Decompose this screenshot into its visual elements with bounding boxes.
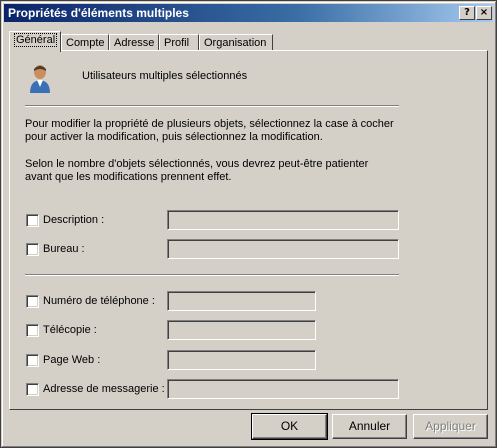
pageweb-field — [167, 350, 316, 370]
help-button[interactable]: ? — [459, 6, 475, 20]
messagerie-checkbox[interactable] — [26, 383, 39, 396]
pageweb-checkbox[interactable] — [26, 354, 39, 367]
tab-profil[interactable]: Profil — [159, 34, 199, 51]
tab-general[interactable]: Général — [9, 31, 61, 52]
bureau-field — [167, 239, 399, 259]
telecopie-checkbox[interactable] — [26, 324, 39, 337]
telecopie-label[interactable]: Télécopie : — [43, 324, 97, 336]
bureau-label[interactable]: Bureau : — [43, 243, 85, 255]
properties-dialog: Propriétés d'éléments multiples ? × Géné… — [0, 0, 497, 448]
info-line-1: Pour modifier la propriété de plusieurs … — [25, 118, 394, 130]
telephone-checkbox[interactable] — [26, 295, 39, 308]
cancel-button[interactable]: Annuler — [332, 414, 407, 439]
telecopie-field — [167, 320, 316, 340]
info-line-4: avant que les modifications prennent eff… — [25, 171, 232, 183]
messagerie-label[interactable]: Adresse de messagerie : — [43, 383, 165, 395]
info-line-2: pour activer la modification, puis sélec… — [25, 131, 323, 143]
info-line-3: Selon le nombre d'objets sélectionnés, v… — [25, 158, 369, 170]
separator — [25, 105, 399, 107]
users-icon — [30, 65, 50, 93]
description-label[interactable]: Description : — [43, 214, 104, 226]
tab-organisation[interactable]: Organisation — [199, 34, 273, 51]
title-bar[interactable]: Propriétés d'éléments multiples ? × — [4, 4, 493, 22]
tab-general-label: Général — [14, 33, 58, 47]
tab-compte[interactable]: Compte — [61, 34, 109, 51]
messagerie-field — [167, 379, 399, 399]
bureau-checkbox[interactable] — [26, 243, 39, 256]
tab-adresse[interactable]: Adresse — [109, 34, 159, 51]
ok-button[interactable]: OK — [251, 413, 328, 440]
separator — [25, 274, 399, 276]
window-title: Propriétés d'éléments multiples — [8, 6, 189, 20]
description-field — [167, 210, 399, 230]
pageweb-label[interactable]: Page Web : — [43, 354, 100, 366]
telephone-field — [167, 291, 316, 311]
header-text: Utilisateurs multiples sélectionnés — [82, 70, 248, 82]
telephone-label[interactable]: Numéro de téléphone : — [43, 295, 155, 307]
close-button[interactable]: × — [476, 6, 492, 20]
apply-button[interactable]: Appliquer — [413, 414, 488, 439]
description-checkbox[interactable] — [26, 214, 39, 227]
